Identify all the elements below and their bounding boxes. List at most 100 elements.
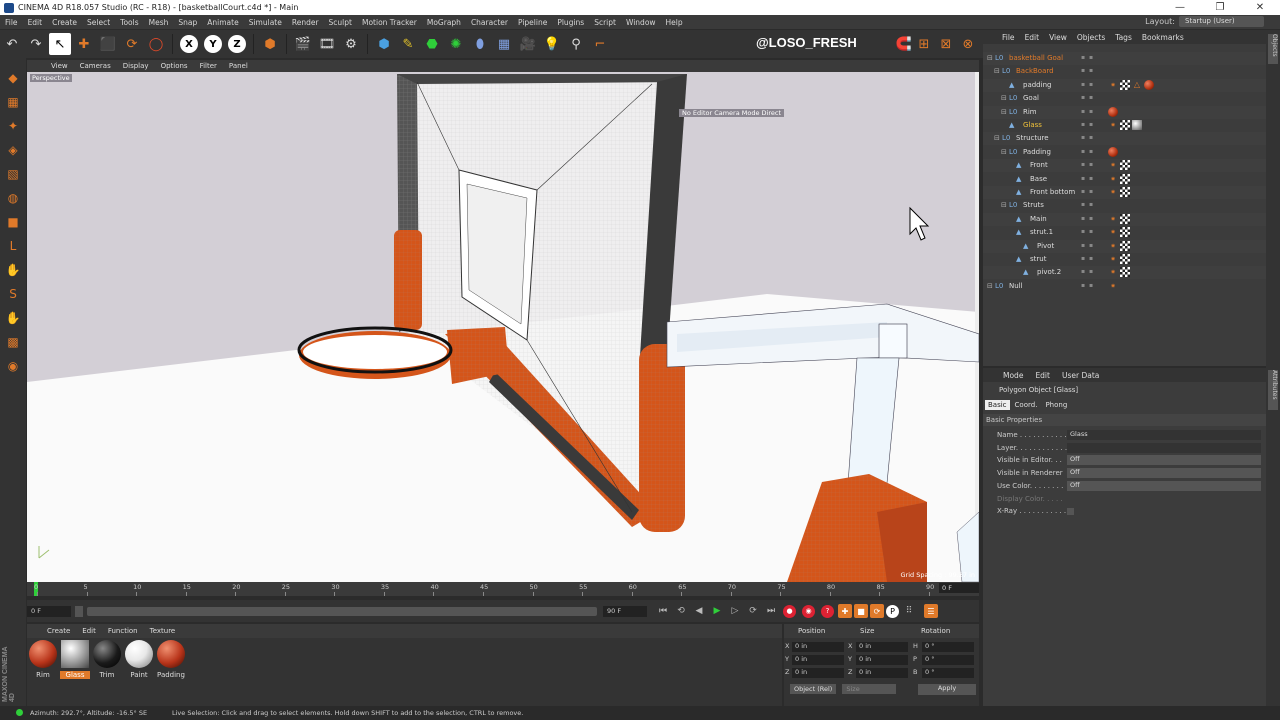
- object-row[interactable]: ▲ Pivot ▪ ▪ ⁕: [983, 239, 1266, 253]
- go-to-start-icon[interactable]: ⏮: [655, 603, 671, 619]
- rotate-icon[interactable]: ⟳: [121, 33, 143, 55]
- tweak-mode-icon[interactable]: ✋: [2, 259, 24, 281]
- menu-create[interactable]: Create: [47, 18, 82, 27]
- material-swatch-padding[interactable]: Padding: [156, 640, 186, 679]
- 3d-viewport[interactable]: Perspective No Editor Camera Mode Direct…: [27, 72, 979, 582]
- material-swatch-paint[interactable]: Paint: [124, 640, 154, 679]
- reverse-loop-icon[interactable]: ⟳: [745, 603, 761, 619]
- menu-select[interactable]: Select: [82, 18, 115, 27]
- visibility-dots[interactable]: ▪ ▪: [1081, 81, 1094, 88]
- mat-red-tag-icon[interactable]: [1108, 146, 1118, 157]
- object-row[interactable]: ⊟ L0 Struts ▪ ▪: [983, 199, 1266, 212]
- visibility-dots[interactable]: ▪ ▪: [1081, 175, 1094, 182]
- recent-tool-icon[interactable]: ◯: [145, 33, 167, 55]
- phong-tag-icon[interactable]: ⁕: [1108, 187, 1118, 197]
- snapping-icon[interactable]: S: [2, 283, 24, 305]
- object-row[interactable]: ▲ Front bottom ▪ ▪ ⁕: [983, 186, 1266, 199]
- light-icon[interactable]: 💡: [541, 33, 563, 55]
- points-mode-icon[interactable]: ▧: [2, 163, 24, 185]
- object-row[interactable]: ⊟ L0 Structure ▪ ▪: [983, 132, 1266, 146]
- property-select[interactable]: Off: [1067, 468, 1261, 479]
- object-row[interactable]: ⊟ L0 Goal ▪ ▪: [983, 92, 1266, 105]
- spotlight-icon[interactable]: ⚲: [565, 33, 587, 55]
- snap-icon[interactable]: 🧲: [893, 33, 915, 55]
- phong-tag-icon[interactable]: ⁕: [1108, 174, 1118, 184]
- coord-mode-select[interactable]: Object (Rel): [790, 684, 837, 694]
- phong-tag-icon[interactable]: ⁕: [1108, 241, 1118, 251]
- menu-simulate[interactable]: Simulate: [244, 18, 287, 27]
- size-x-field[interactable]: 0 in: [856, 642, 908, 652]
- floor-icon[interactable]: ▦: [493, 33, 515, 55]
- minimize-button[interactable]: —: [1160, 0, 1200, 15]
- menu-tools[interactable]: Tools: [115, 18, 143, 27]
- viewport-menu-cameras[interactable]: Cameras: [74, 62, 117, 70]
- timeline-options-icon[interactable]: ☰: [924, 604, 938, 618]
- end-frame-field[interactable]: 90 F: [603, 605, 647, 617]
- position-key-icon[interactable]: ✚: [838, 604, 852, 618]
- solo-icon[interactable]: ◉: [2, 355, 24, 377]
- material-menu-function[interactable]: Function: [102, 627, 144, 635]
- locked-workplane-icon[interactable]: ⊗: [957, 33, 979, 55]
- object-row[interactable]: ▲ strut.1 ▪ ▪ ⁕: [983, 226, 1266, 239]
- expand-toggle-icon[interactable]: ⊟: [994, 134, 1000, 142]
- checker-tag-icon[interactable]: [1120, 227, 1130, 238]
- mat-glass-tag-icon[interactable]: [1132, 120, 1142, 130]
- axis-mode-icon[interactable]: L: [2, 235, 24, 257]
- redo-icon[interactable]: ↷: [25, 33, 47, 55]
- menu-render[interactable]: Render: [287, 18, 324, 27]
- tab-attributes[interactable]: Attributes: [1268, 370, 1278, 410]
- visibility-dots[interactable]: ▪ ▪: [1081, 54, 1094, 61]
- checker-lock-icon[interactable]: ▩: [2, 331, 24, 353]
- checker-tag-icon[interactable]: [1120, 160, 1130, 171]
- range-left-handle[interactable]: [75, 605, 83, 617]
- tab-basic[interactable]: Basic: [985, 400, 1010, 410]
- parameter-key-icon[interactable]: P: [886, 604, 899, 618]
- phong-tag-icon[interactable]: ⁕: [1108, 120, 1118, 130]
- timeline-ruler[interactable]: 0 F 0 5 10 15 20 25 30 35 40 45 50 55 60 65 70 75 80 85 90: [27, 582, 979, 596]
- checker-tag-icon[interactable]: [1120, 254, 1130, 264]
- tab-objects[interactable]: Objects: [1268, 34, 1278, 64]
- rotation-p-field[interactable]: 0 °: [922, 655, 974, 665]
- om-menu-view[interactable]: View: [1044, 33, 1072, 42]
- object-row[interactable]: ▲ Front ▪ ▪ ⁕: [983, 159, 1266, 173]
- phong-tag-icon[interactable]: ⁕: [1108, 267, 1118, 277]
- object-row[interactable]: ▲ strut ▪ ▪ ⁕: [983, 253, 1266, 266]
- object-row[interactable]: ▲ Glass ▪ ▪ ⁕: [983, 119, 1266, 132]
- expand-toggle-icon[interactable]: ⊟: [1001, 148, 1007, 156]
- phong-tag-icon[interactable]: ⁕: [1108, 80, 1118, 90]
- expand-toggle-icon[interactable]: ⊟: [994, 67, 1000, 75]
- tab-phong[interactable]: Phong: [1042, 400, 1070, 410]
- start-frame-field[interactable]: 0 F: [27, 605, 71, 617]
- checker-tag-icon[interactable]: [1120, 79, 1130, 90]
- rotation-b-field[interactable]: 0 °: [922, 668, 974, 678]
- menu-motion-tracker[interactable]: Motion Tracker: [357, 18, 422, 27]
- material-menu-texture[interactable]: Texture: [144, 627, 182, 635]
- play-icon[interactable]: ▶: [709, 603, 725, 619]
- expand-toggle-icon[interactable]: ⊟: [987, 282, 993, 290]
- visibility-dots[interactable]: ▪ ▪: [1081, 242, 1094, 249]
- menu-file[interactable]: File: [0, 18, 23, 27]
- om-menu-file[interactable]: File: [997, 33, 1020, 42]
- menu-window[interactable]: Window: [621, 18, 661, 27]
- object-row[interactable]: ⊟ L0 Null ▪ ▪ ⁕: [983, 280, 1266, 293]
- spline-pen-icon[interactable]: ✎: [397, 33, 419, 55]
- render-settings-icon[interactable]: ⚙: [340, 33, 362, 55]
- om-menu-tags[interactable]: Tags: [1110, 33, 1137, 42]
- property-field[interactable]: Glass: [1067, 430, 1261, 440]
- checker-tag-icon[interactable]: [1120, 213, 1130, 224]
- apply-button[interactable]: Apply: [918, 684, 976, 695]
- edges-mode-icon[interactable]: ◍: [2, 187, 24, 209]
- visibility-dots[interactable]: ▪ ▪: [1081, 268, 1094, 275]
- tab-coord[interactable]: Coord.: [1012, 400, 1041, 410]
- menu-snap[interactable]: Snap: [173, 18, 202, 27]
- property-select[interactable]: Off: [1067, 480, 1261, 491]
- am-menu-mode[interactable]: Mode: [997, 371, 1029, 380]
- visibility-dots[interactable]: ▪ ▪: [1081, 108, 1094, 115]
- expand-toggle-icon[interactable]: ⊟: [1001, 108, 1007, 116]
- object-row[interactable]: ▲ Base ▪ ▪ ⁕: [983, 173, 1266, 186]
- prev-key-icon[interactable]: ◀: [691, 603, 707, 619]
- visibility-dots[interactable]: ▪ ▪: [1081, 188, 1094, 195]
- position-x-field[interactable]: 0 in: [792, 642, 844, 652]
- record-icon[interactable]: ●: [783, 604, 796, 618]
- viewport-menu-view[interactable]: View: [45, 62, 74, 70]
